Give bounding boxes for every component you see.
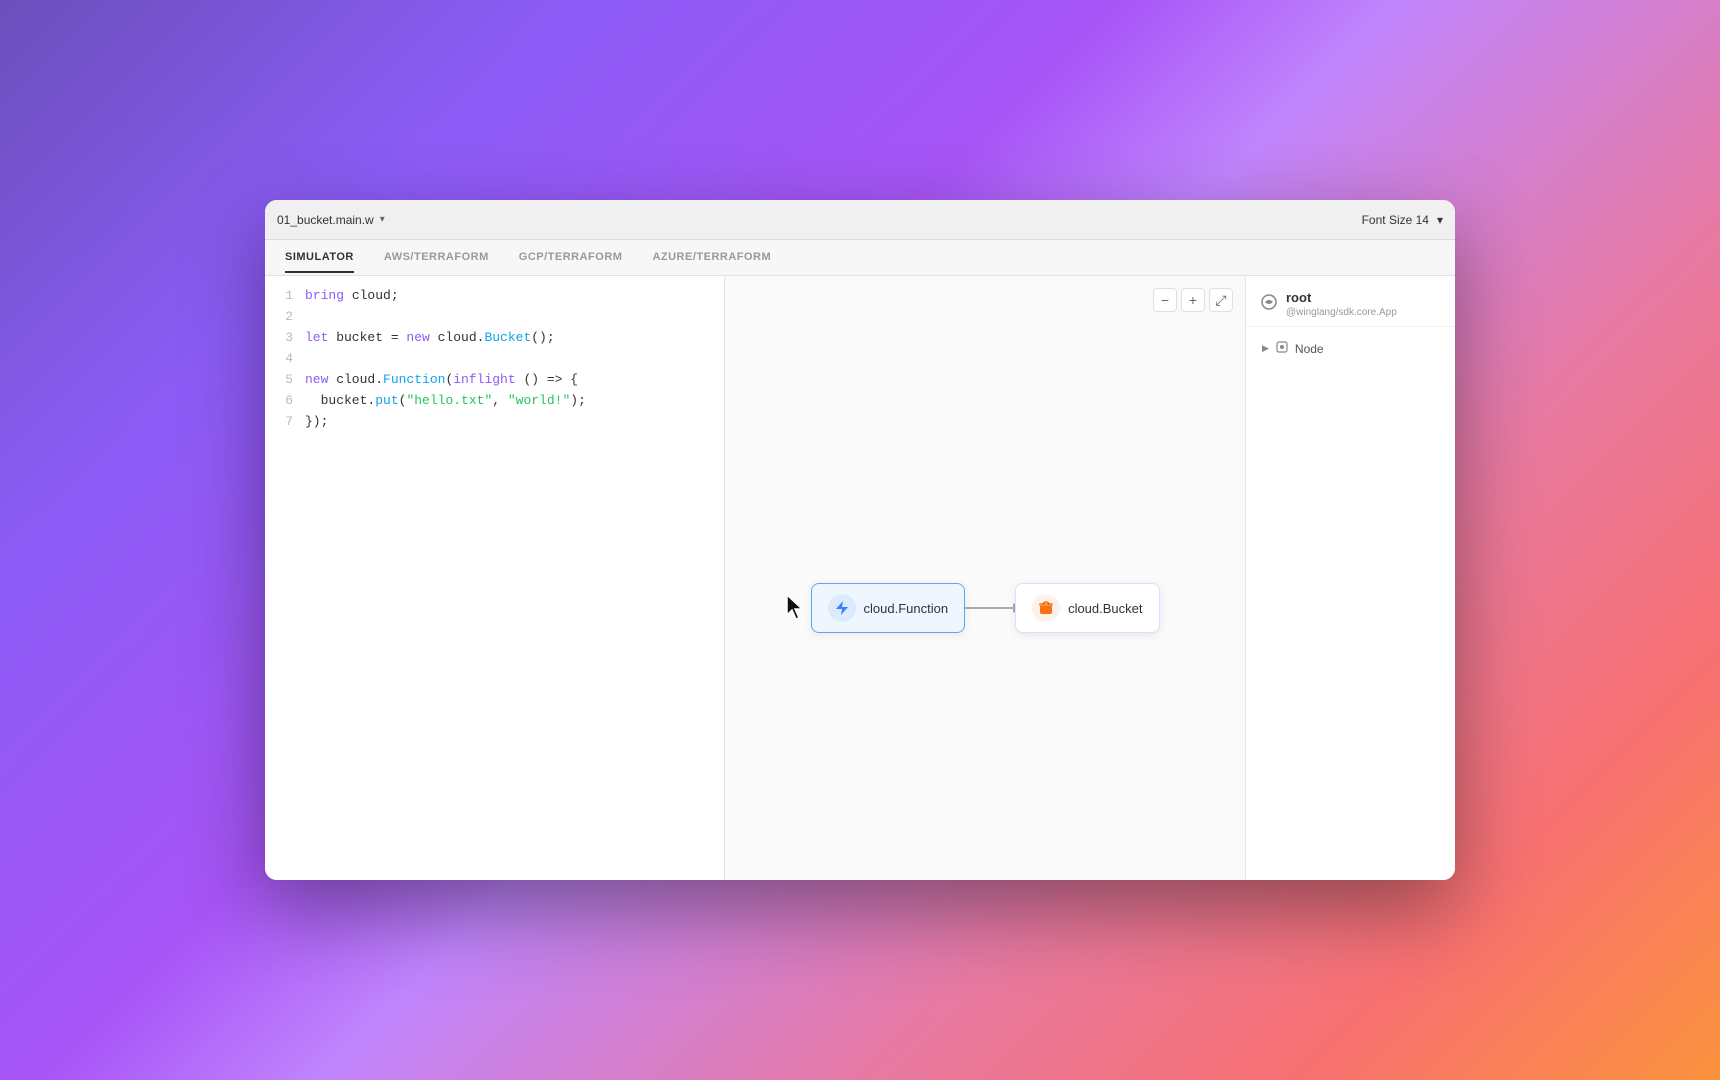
bucket-label: cloud.Bucket [1068, 601, 1142, 616]
diagram-controls: − + ⤢ [1153, 288, 1233, 312]
cursor [785, 593, 805, 626]
node-icon [1275, 340, 1289, 357]
font-size-control[interactable]: Font Size 14 ▾ [1362, 213, 1443, 227]
tab-azure-terraform[interactable]: AZURE/TERRAFORM [652, 243, 771, 273]
flow-diagram: cloud.Function cloud.Bucket [811, 583, 1160, 633]
tab-gcp-terraform[interactable]: GCP/TERRAFORM [519, 243, 623, 273]
code-line-3: let bucket = new cloud.Bucket(); [305, 328, 714, 349]
flow-node-function[interactable]: cloud.Function [811, 583, 966, 633]
font-size-dropdown-arrow[interactable]: ▾ [1437, 213, 1443, 227]
zoom-in-button[interactable]: + [1181, 288, 1205, 312]
bucket-icon [1032, 594, 1060, 622]
code-line-4 [305, 349, 714, 370]
chevron-right-icon: ▶ [1262, 343, 1269, 354]
sidebar-root-sub: @winglang/sdk.core.App [1286, 307, 1397, 318]
fit-button[interactable]: ⤢ [1209, 288, 1233, 312]
flow-arrow [965, 607, 1015, 609]
code-lines: bring cloud; let bucket = new cloud.Buck… [305, 286, 724, 870]
code-line-1: bring cloud; [305, 286, 714, 307]
title-bar: 01_bucket.main.w ▾ Font Size 14 ▾ [265, 200, 1455, 240]
tab-bar: SIMULATOR AWS/TERRAFORM GCP/TERRAFORM AZ… [265, 240, 1455, 276]
code-line-6: bucket.put("hello.txt", "world!"); [305, 391, 714, 412]
app-window: 01_bucket.main.w ▾ Font Size 14 ▾ SIMULA… [265, 200, 1455, 880]
node-label: Node [1295, 342, 1324, 356]
function-icon [828, 594, 856, 622]
root-icon [1260, 293, 1278, 316]
tab-simulator[interactable]: SIMULATOR [285, 243, 354, 273]
sidebar-header: root @winglang/sdk.core.App [1246, 276, 1455, 327]
function-label: cloud.Function [864, 601, 949, 616]
flow-node-bucket[interactable]: cloud.Bucket [1015, 583, 1159, 633]
file-tab[interactable]: 01_bucket.main.w ▾ [277, 213, 385, 227]
line-numbers: 1 2 3 4 5 6 7 [265, 286, 305, 870]
file-dropdown-arrow[interactable]: ▾ [380, 214, 385, 225]
code-line-7: }); [305, 412, 714, 433]
filename-label: 01_bucket.main.w [277, 213, 374, 227]
sidebar-root-label: root [1286, 290, 1397, 305]
main-content: 1 2 3 4 5 6 7 bring cloud; let bucket = … [265, 276, 1455, 880]
code-editor: 1 2 3 4 5 6 7 bring cloud; let bucket = … [265, 276, 725, 880]
code-line-5: new cloud.Function(inflight () => { [305, 370, 714, 391]
zoom-out-button[interactable]: − [1153, 288, 1177, 312]
sidebar-tree-item-node[interactable]: ▶ Node [1254, 335, 1447, 362]
tab-aws-terraform[interactable]: AWS/TERRAFORM [384, 243, 489, 273]
font-size-label: Font Size 14 [1362, 213, 1429, 227]
right-sidebar: root @winglang/sdk.core.App ▶ Node [1245, 276, 1455, 880]
diagram-area[interactable]: − + ⤢ cloud.Function [725, 276, 1245, 880]
code-area[interactable]: 1 2 3 4 5 6 7 bring cloud; let bucket = … [265, 276, 724, 880]
arrow-line [965, 607, 1015, 609]
sidebar-tree: ▶ Node [1246, 327, 1455, 370]
code-line-2 [305, 307, 714, 328]
